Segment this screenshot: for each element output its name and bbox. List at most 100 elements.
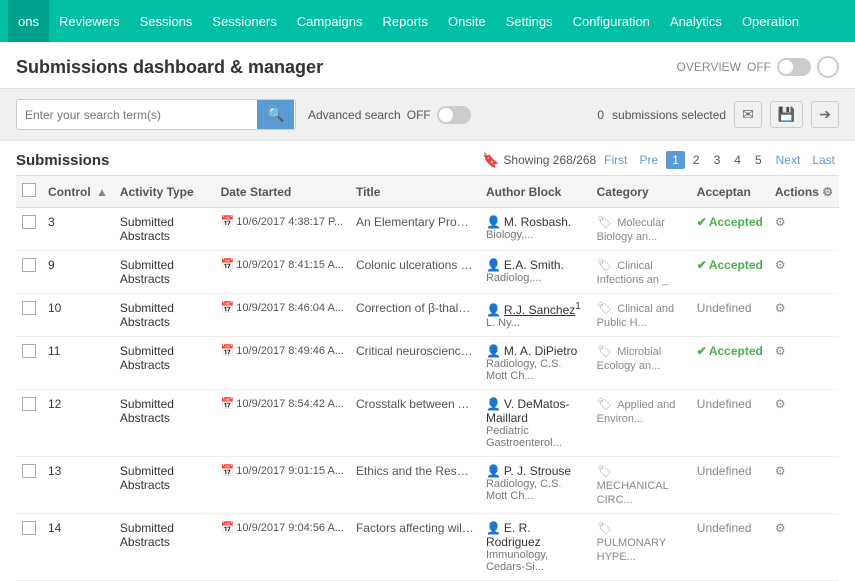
author-name-link[interactable]: R.J. Sanchez — [504, 303, 575, 317]
nav-item-analytics[interactable]: Analytics — [660, 0, 732, 42]
row-author: 👤E. R. Rodriguez Immunology, Cedars-Si..… — [480, 514, 591, 581]
check-icon: ✔ — [697, 258, 707, 272]
row-status: ✔ Accepted — [691, 251, 769, 294]
header-control: Control ▲ — [42, 176, 114, 208]
status-undefined: Undefined — [697, 301, 752, 315]
page-header: Submissions dashboard & manager OVERVIEW… — [0, 42, 855, 89]
page-3-button[interactable]: 3 — [708, 151, 727, 169]
check-icon: ✔ — [697, 215, 707, 229]
author-affiliation: Pediatric Gastroenterol... — [486, 425, 585, 449]
status-accepted: ✔ Accepted — [697, 344, 763, 358]
page-5-button[interactable]: 5 — [749, 151, 768, 169]
gear-icon[interactable]: ⚙ — [822, 185, 833, 199]
nav-item-sessions[interactable]: Sessions — [130, 0, 203, 42]
nav-item-operation[interactable]: Operation — [732, 0, 809, 42]
row-gear-icon[interactable]: ⚙ — [775, 464, 786, 478]
row-control: 11 — [42, 337, 114, 390]
nav-item-reviewers[interactable]: Reviewers — [49, 0, 130, 42]
nav-item-configuration[interactable]: Configuration — [563, 0, 660, 42]
row-author: 👤V. DeMatos-Maillard Pediatric Gastroent… — [480, 390, 591, 457]
header-date-started: Date Started — [215, 176, 350, 208]
table-header: Control ▲ Activity Type Date Started Tit… — [16, 176, 839, 208]
submissions-table: Control ▲ Activity Type Date Started Tit… — [16, 175, 839, 581]
page-title: Submissions dashboard & manager — [16, 57, 323, 78]
calendar-icon: 📅 — [221, 345, 235, 357]
category-text: PULMONARY HYPE... — [597, 537, 666, 563]
tag-icon: 🏷 — [597, 301, 612, 315]
first-page-button[interactable]: First — [600, 151, 631, 169]
overview-toggle-switch[interactable] — [777, 58, 811, 76]
row-activity-type: Submitted Abstracts — [114, 390, 215, 457]
nav-item-settings[interactable]: Settings — [496, 0, 563, 42]
advanced-search-toggle[interactable] — [437, 106, 471, 124]
row-category: 🏷 Clinical and Public H... — [591, 294, 691, 337]
page-1-button[interactable]: 1 — [666, 151, 685, 169]
row-activity-type: Submitted Abstracts — [114, 457, 215, 514]
row-actions: ⚙ — [769, 337, 839, 390]
nav-item-campaigns[interactable]: Campaigns — [287, 0, 373, 42]
author-affiliation: Radiology, C.S. Mott Ch... — [486, 358, 585, 382]
row-checkbox[interactable] — [22, 215, 36, 229]
page-2-button[interactable]: 2 — [687, 151, 706, 169]
row-status: Undefined — [691, 457, 769, 514]
tag-icon: 🏷 — [597, 397, 612, 411]
row-status: Undefined — [691, 390, 769, 457]
row-checkbox[interactable] — [22, 464, 36, 478]
person-icon: 👤 — [486, 397, 501, 411]
overview-toggle: OVERVIEW OFF — [677, 56, 839, 78]
row-gear-icon[interactable]: ⚙ — [775, 344, 786, 358]
nav-item-sessioners[interactable]: Sessioners — [202, 0, 286, 42]
overview-state-label: OFF — [747, 60, 771, 74]
header-title: Title — [350, 176, 480, 208]
row-checkbox[interactable] — [22, 397, 36, 411]
row-checkbox[interactable] — [22, 258, 36, 272]
row-gear-icon[interactable]: ⚙ — [775, 215, 786, 229]
nav-item-reports[interactable]: Reports — [372, 0, 438, 42]
sort-icon: ▲ — [96, 185, 108, 199]
row-gear-icon[interactable]: ⚙ — [775, 521, 786, 535]
row-actions: ⚙ — [769, 208, 839, 251]
next-page-button[interactable]: Next — [772, 151, 805, 169]
row-control: 9 — [42, 251, 114, 294]
table-row: 13 Submitted Abstracts 📅10/9/2017 9:01:1… — [16, 457, 839, 514]
row-control: 10 — [42, 294, 114, 337]
status-undefined: Undefined — [697, 521, 752, 535]
row-gear-icon[interactable]: ⚙ — [775, 258, 786, 272]
row-actions: ⚙ — [769, 390, 839, 457]
row-actions: ⚙ — [769, 514, 839, 581]
author-affiliation: L. Ny... — [486, 317, 585, 329]
last-page-button[interactable]: Last — [808, 151, 839, 169]
showing-label: Showing 268/268 — [503, 153, 596, 167]
prev-page-button[interactable]: Pre — [636, 151, 663, 169]
selected-count: 0 — [597, 108, 604, 122]
row-checkbox[interactable] — [22, 344, 36, 358]
person-icon: 👤 — [486, 464, 501, 478]
person-icon: 👤 — [486, 258, 501, 272]
nav-item-onsite[interactable]: Onsite — [438, 0, 496, 42]
row-checkbox[interactable] — [22, 301, 36, 315]
share-button[interactable]: ➔ — [811, 101, 839, 128]
export-button[interactable]: 💾 — [770, 101, 803, 128]
row-control: 13 — [42, 457, 114, 514]
author-affiliation: Immunology, Cedars-Si... — [486, 549, 585, 573]
nav-item-ons[interactable]: ons — [8, 0, 49, 42]
top-nav: ons Reviewers Sessions Sessioners Campai… — [0, 0, 855, 42]
select-all-checkbox[interactable] — [22, 183, 36, 197]
row-category: 🏷 Molecular Biology an... — [591, 208, 691, 251]
author-affiliation: Radiolog,... — [486, 272, 585, 284]
author-name: E.A. Smith. — [504, 258, 564, 272]
search-input[interactable] — [17, 102, 257, 128]
search-button[interactable]: 🔍 — [257, 100, 294, 129]
row-gear-icon[interactable]: ⚙ — [775, 301, 786, 315]
page-4-button[interactable]: 4 — [728, 151, 747, 169]
row-status: Undefined — [691, 514, 769, 581]
row-gear-icon[interactable]: ⚙ — [775, 397, 786, 411]
row-checkbox[interactable] — [22, 521, 36, 535]
row-checkbox-cell — [16, 294, 42, 337]
pagination-info: 🔖 Showing 268/268 First Pre 1 2 3 4 5 Ne… — [482, 151, 839, 169]
row-control: 12 — [42, 390, 114, 457]
row-status: ✔ Accepted — [691, 337, 769, 390]
overview-circle-icon — [817, 56, 839, 78]
row-category: 🏷 Microbial Ecology an... — [591, 337, 691, 390]
email-button[interactable]: ✉ — [734, 101, 762, 128]
